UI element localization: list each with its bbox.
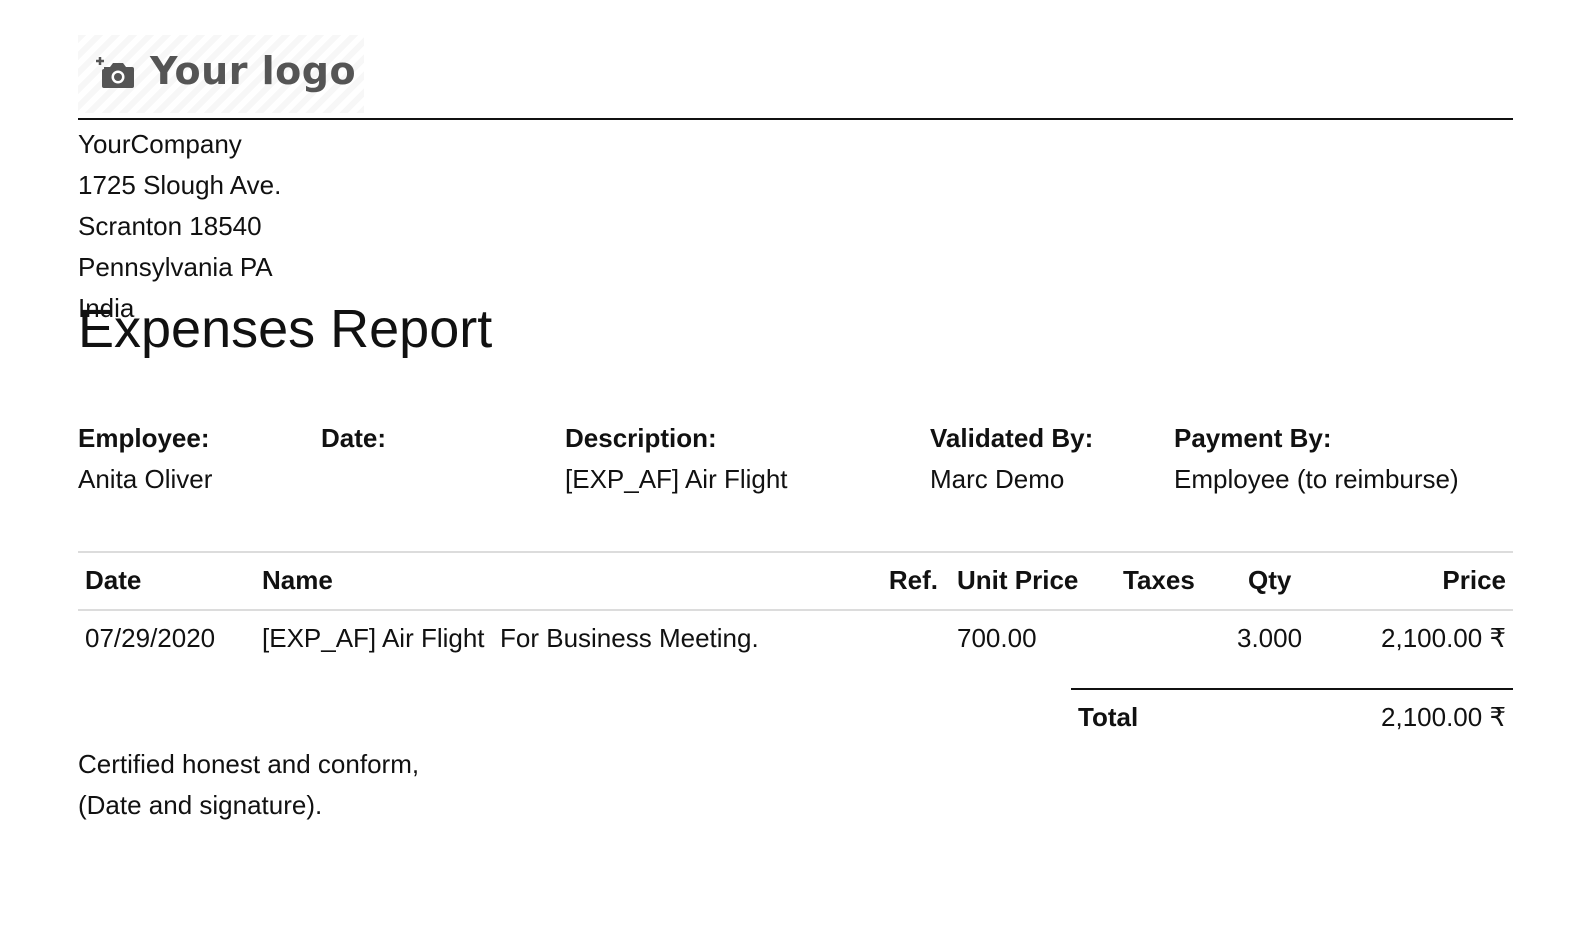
header-name: Name [262,565,333,595]
description-value: [EXP_AF] Air Flight [565,464,788,494]
company-street: 1725 Slough Ave. [78,170,282,200]
validated-by-info: Validated By: Marc Demo [930,418,1093,500]
certification-line-2: (Date and signature). [78,790,323,820]
header-divider [78,118,1513,120]
validated-by-value: Marc Demo [930,464,1065,494]
total-label: Total [1078,702,1139,732]
row-description: For Business Meeting. [500,623,759,653]
company-name: YourCompany [78,129,242,159]
payment-by-info: Payment By: Employee (to reimburse) [1174,418,1459,500]
total-divider [1071,688,1513,690]
header-ref: Ref. [888,565,938,595]
description-info: Description: [EXP_AF] Air Flight [565,418,788,500]
row-unit-price: 700.00 [957,623,1037,653]
payment-by-value: Employee (to reimburse) [1174,464,1459,494]
company-state: Pennsylvania PA [78,252,273,282]
employee-label: Employee: [78,423,210,453]
header-price: Price [1442,565,1506,595]
table-row: 07/29/2020 [EXP_AF] Air Flight For Busin… [78,611,1513,667]
certification-line-1: Certified honest and conform, [78,749,420,779]
date-info: Date: [321,418,386,459]
row-price: 2,100.00 ₹ [1381,623,1506,653]
total-value: 2,100.00 ₹ [1381,702,1506,732]
expense-lines-table: Date Name Ref. Unit Price Taxes Qty Pric… [78,551,1513,667]
validated-by-label: Validated By: [930,423,1094,453]
row-date: 07/29/2020 [85,623,216,653]
row-name: [EXP_AF] Air Flight [262,623,485,653]
header-date: Date [85,565,142,595]
certification-note: Certified honest and conform, (Date and … [78,744,419,826]
employee-info: Employee: Anita Oliver [78,418,212,500]
payment-by-label: Payment By: [1174,423,1332,453]
company-city-zip: Scranton 18540 [78,211,262,241]
table-header-row: Date Name Ref. Unit Price Taxes Qty Pric… [78,551,1513,611]
description-label: Description: [565,423,717,453]
employee-value: Anita Oliver [78,464,213,494]
add-photo-camera-icon [96,57,134,88]
row-qty: 3.000 [1237,623,1303,653]
header-taxes: Taxes [1123,565,1195,595]
logo-text: Your logo [150,49,357,93]
date-label: Date: [321,423,387,453]
header-unit-price: Unit Price [957,565,1079,595]
company-logo[interactable]: Your logo [78,35,364,113]
report-title: Expenses Report [78,299,493,359]
header-qty: Qty [1248,565,1292,595]
expense-report-page: Your logo YourCompany 1725 Slough Ave. S… [78,0,1513,951]
